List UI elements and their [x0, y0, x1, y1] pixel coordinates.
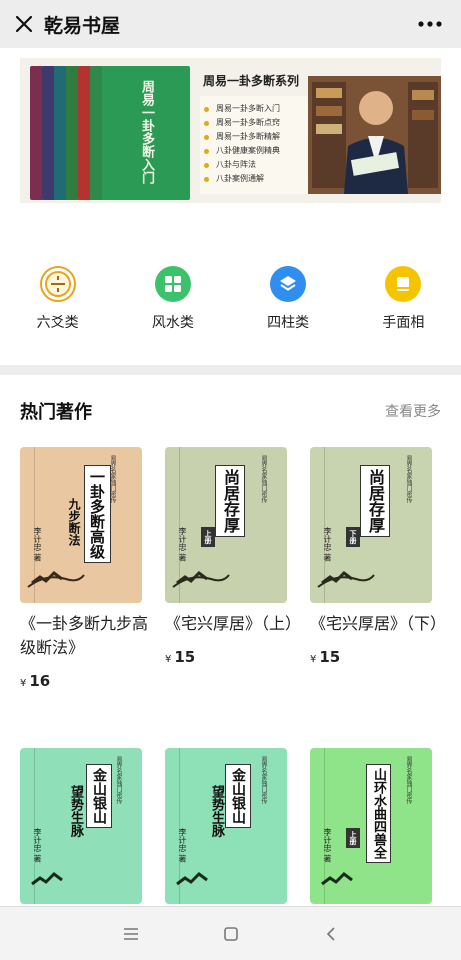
cover-subtitle: 望势生脉: [209, 785, 224, 837]
book-cover: 易界名家独门密传 尚居存厚 下册 李计忠 著: [310, 447, 432, 603]
view-more-link[interactable]: 查看更多: [385, 401, 441, 421]
book-cover: 易界名家独门密传 一卦多断高级 九步断法 李计忠 著: [20, 447, 142, 603]
recent-apps-button[interactable]: [116, 919, 146, 949]
banner-cover-title: 周易一卦多断入门: [139, 80, 154, 184]
layers-icon: [270, 266, 307, 302]
book-price: ¥15: [165, 648, 196, 666]
banner-list-item: 八卦健康案例精典: [204, 144, 316, 158]
grid-four-icon: [154, 266, 191, 302]
cover-subtitle: 望势生脉: [68, 785, 83, 837]
cover-publisher-line: 易界名家独门密传: [260, 756, 267, 804]
hero-section: 周易一卦多断入门 周易一卦多断系列 周易一卦多断入门 周易一卦多断点窍 周易一卦…: [0, 48, 461, 365]
pine-tree-illustration: [172, 571, 230, 588]
book-price: ¥16: [20, 672, 51, 690]
pine-tree-illustration: [31, 872, 63, 886]
cover-publisher-line: 易界名家独门密传: [405, 455, 412, 503]
banner-book-list: 周易一卦多断入门 周易一卦多断点窍 周易一卦多断精解 八卦健康案例精典 八卦与阵…: [200, 96, 320, 194]
book-title[interactable]: 《宅兴厚居》（下）: [310, 612, 450, 636]
book-price: ¥15: [310, 648, 341, 666]
banner-series-title: 周易一卦多断系列: [203, 74, 300, 88]
page-content: 周易一卦多断入门 周易一卦多断系列 周易一卦多断入门 周易一卦多断点窍 周易一卦…: [0, 48, 461, 906]
square-icon: [223, 926, 238, 941]
author-photo: [308, 76, 441, 194]
cover-publisher-line: 易界名家独门密传: [405, 756, 412, 804]
cover-volume: 上册: [346, 828, 360, 848]
page-title: 乾易书屋: [44, 14, 121, 37]
book-card[interactable]: 易界名家独门密传 山环水曲四兽全 上册 李计忠 著: [310, 748, 432, 904]
more-options-button[interactable]: [415, 12, 445, 36]
book-title[interactable]: 《宅兴厚居》（上）: [165, 612, 305, 636]
popular-books-section: 热门著作 查看更多 易界名家独门密传 一卦多断高级 九步断法 李计忠 著 《一卦…: [0, 375, 461, 906]
cover-title: 一卦多断高级: [84, 465, 111, 563]
category-label: 六爻类: [36, 315, 79, 331]
category-sizhu[interactable]: 四柱类: [231, 266, 346, 338]
category-nav: 六爻类 风水类 四柱类 手面相: [0, 266, 461, 338]
category-label: 四柱类: [267, 315, 310, 331]
home-button[interactable]: [216, 919, 246, 949]
system-navigation-bar: [0, 906, 461, 960]
cover-title: 金山银山: [225, 764, 251, 828]
banner-list-item: 八卦与阵法: [204, 158, 316, 172]
book-card[interactable]: 易界名家独门密传 尚居存厚 下册 李计忠 著 《宅兴厚居》（下） ¥15: [310, 447, 446, 666]
chevron-left-icon: [326, 926, 335, 941]
cover-subtitle: 九步断法: [67, 498, 81, 546]
banner-list-item: 周易一卦多断入门: [204, 102, 316, 116]
banner-list-item: 周易一卦多断点窍: [204, 116, 316, 130]
ellipsis-icon: [418, 21, 442, 27]
liuyao-seal-icon: [39, 266, 76, 302]
category-label: 手面相: [382, 315, 425, 331]
cover-title: 尚居存厚: [215, 465, 245, 537]
book-card[interactable]: 易界名家独门密传 一卦多断高级 九步断法 李计忠 著 《一卦多断九步高级断法》 …: [20, 447, 148, 690]
banner-list-item: 八卦案例通解: [204, 172, 316, 186]
pine-tree-illustration: [176, 872, 208, 886]
cover-title: 山环水曲四兽全: [366, 764, 391, 863]
book-cover: 易界名家独门密传 金山银山 望势生脉 李计忠 著: [165, 748, 287, 904]
banner-book-cover: 周易一卦多断入门: [102, 66, 190, 200]
book-card[interactable]: 易界名家独门密传 金山银山 望势生脉 李计忠 著: [165, 748, 287, 904]
banner-list-item: 周易一卦多断精解: [204, 130, 316, 144]
book-cover: 易界名家独门密传 尚居存厚 上册 李计忠 著: [165, 447, 287, 603]
close-icon: [15, 15, 33, 33]
book-card[interactable]: 易界名家独门密传 尚居存厚 上册 李计忠 著 《宅兴厚居》（上） ¥15: [165, 447, 301, 666]
category-palmistry[interactable]: 手面相: [346, 266, 461, 338]
cover-volume: 上册: [201, 527, 215, 547]
cover-title: 金山银山: [86, 764, 112, 828]
cover-publisher-line: 易界名家独门密传: [260, 455, 267, 503]
book-icon: [385, 266, 422, 302]
cover-publisher-line: 易界名家独门密传: [115, 756, 122, 804]
section-title: 热门著作: [20, 402, 92, 423]
pine-tree-illustration: [317, 571, 375, 588]
menu-icon: [123, 927, 138, 940]
pine-tree-illustration: [321, 872, 353, 886]
close-button[interactable]: [0, 0, 48, 48]
category-label: 风水类: [151, 315, 194, 331]
pine-tree-illustration: [27, 571, 85, 588]
book-cover: 易界名家独门密传 金山银山 望势生脉 李计忠 著: [20, 748, 142, 904]
promo-banner[interactable]: 周易一卦多断入门 周易一卦多断系列 周易一卦多断入门 周易一卦多断点窍 周易一卦…: [20, 58, 441, 203]
cover-title: 尚居存厚: [360, 465, 390, 537]
book-card[interactable]: 易界名家独门密传 金山银山 望势生脉 李计忠 著: [20, 748, 142, 904]
category-fengshui[interactable]: 风水类: [115, 266, 230, 338]
cover-volume: 下册: [346, 527, 360, 547]
back-button[interactable]: [316, 919, 346, 949]
book-cover: 易界名家独门密传 山环水曲四兽全 上册 李计忠 著: [310, 748, 432, 904]
category-liuyao[interactable]: 六爻类: [0, 266, 115, 338]
title-bar: 乾易书屋: [0, 0, 461, 48]
book-title[interactable]: 《一卦多断九步高级断法》: [20, 612, 160, 660]
